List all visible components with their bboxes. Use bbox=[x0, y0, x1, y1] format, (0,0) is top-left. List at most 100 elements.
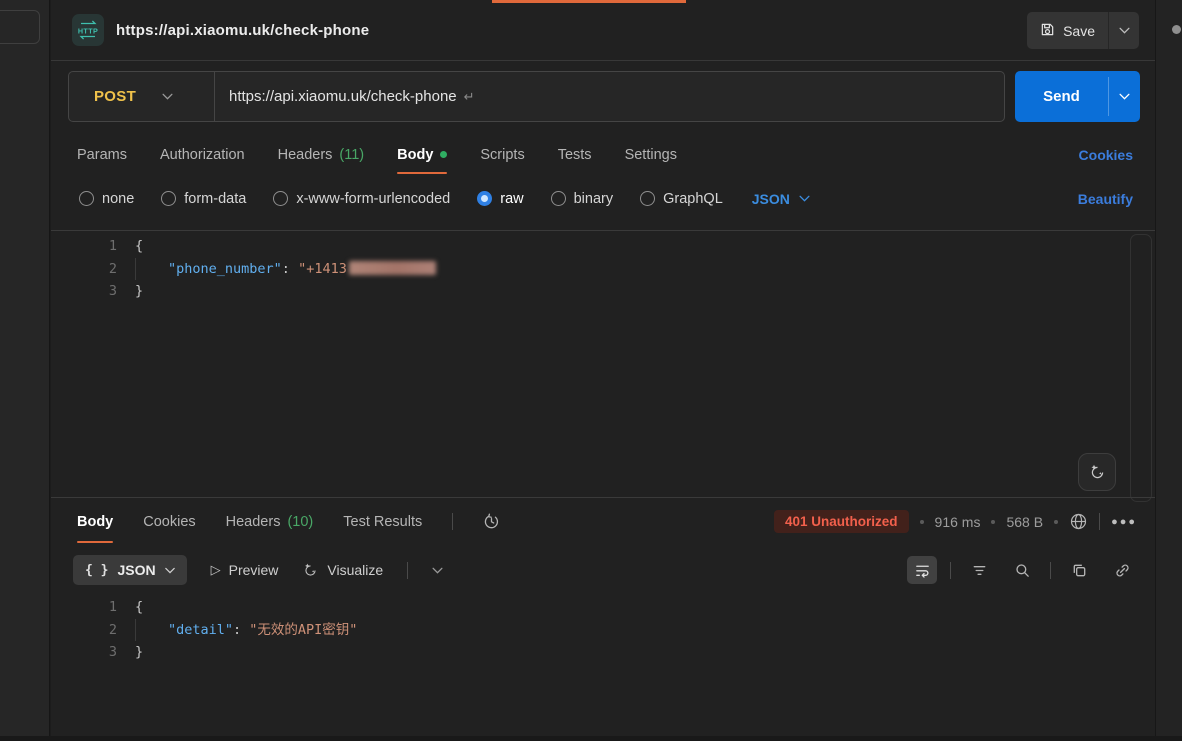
body-type-radio-x-www-form-urlencoded[interactable]: x-www-form-urlencoded bbox=[273, 191, 450, 207]
response-size: 568 B bbox=[1006, 514, 1043, 530]
line-number: 2 bbox=[51, 619, 117, 642]
response-headers-count-badge: (10) bbox=[287, 514, 313, 530]
body-type-radio-raw[interactable]: raw bbox=[477, 191, 523, 207]
indent-guide bbox=[135, 619, 168, 641]
wrap-text-button[interactable] bbox=[907, 556, 937, 584]
radio-circle-selected bbox=[477, 191, 492, 206]
view-options-chevron-button[interactable] bbox=[432, 567, 443, 574]
request-body-editor[interactable]: 1 { 2 "phone_number": "+1413 3 } bbox=[51, 235, 1155, 497]
sidebar-cutoff-panel bbox=[0, 10, 40, 44]
beautify-link[interactable]: Beautify bbox=[1078, 178, 1133, 219]
line-number: 2 bbox=[51, 258, 117, 281]
response-history-button[interactable] bbox=[483, 513, 500, 530]
response-view-tools bbox=[907, 549, 1137, 591]
search-icon bbox=[1014, 562, 1031, 579]
tab-params[interactable]: Params bbox=[77, 133, 127, 176]
main-panel: HTTP https://api.xiaomu.uk/check-phone S… bbox=[51, 0, 1155, 741]
url-input[interactable]: https://api.xiaomu.uk/check-phone ↵ bbox=[215, 88, 1004, 105]
code-line: 1 { bbox=[51, 235, 1155, 258]
save-button[interactable]: Save bbox=[1027, 12, 1108, 49]
cookies-link[interactable]: Cookies bbox=[1079, 133, 1133, 176]
chevron-down-icon bbox=[432, 567, 443, 574]
chevron-down-icon bbox=[165, 567, 175, 574]
save-button-label: Save bbox=[1063, 23, 1095, 39]
tab-tests[interactable]: Tests bbox=[558, 133, 592, 176]
response-meta: 401 Unauthorized 916 ms 568 B ●●● bbox=[774, 498, 1137, 545]
request-title: https://api.xiaomu.uk/check-phone bbox=[116, 22, 369, 39]
editor-scrollbar[interactable] bbox=[1130, 234, 1152, 502]
radio-circle bbox=[551, 191, 566, 206]
response-tab-test-results[interactable]: Test Results bbox=[343, 498, 422, 545]
send-split-button: Send bbox=[1015, 71, 1140, 122]
body-type-selector: none form-data x-www-form-urlencoded raw… bbox=[51, 178, 1155, 219]
svg-text:HTTP: HTTP bbox=[78, 26, 98, 35]
method-label: POST bbox=[94, 88, 136, 105]
response-tab-cookies[interactable]: Cookies bbox=[143, 498, 195, 545]
search-button[interactable] bbox=[1007, 556, 1037, 584]
code-line: 3 } bbox=[51, 641, 1155, 664]
history-clock-icon bbox=[483, 513, 500, 530]
code-line: 2 "phone_number": "+1413 bbox=[51, 258, 1155, 281]
response-format-select[interactable]: { } JSON bbox=[73, 555, 187, 585]
save-options-chevron-button[interactable] bbox=[1109, 12, 1139, 49]
sparkle-circle-icon bbox=[1088, 463, 1107, 482]
meta-separator-dot bbox=[920, 520, 924, 524]
body-type-radio-binary[interactable]: binary bbox=[551, 191, 614, 207]
code-line: 3 } bbox=[51, 280, 1155, 303]
request-header: HTTP https://api.xiaomu.uk/check-phone S… bbox=[51, 0, 1155, 61]
tab-headers[interactable]: Headers (11) bbox=[278, 133, 365, 176]
status-badge: 401 Unauthorized bbox=[774, 510, 909, 533]
copy-button[interactable] bbox=[1064, 556, 1094, 584]
more-options-button[interactable]: ●●● bbox=[1111, 516, 1137, 528]
body-type-radio-form-data[interactable]: form-data bbox=[161, 191, 246, 207]
postbot-button[interactable] bbox=[1078, 453, 1116, 491]
divider bbox=[1099, 513, 1100, 530]
headers-count-badge: (11) bbox=[339, 147, 364, 163]
link-button[interactable] bbox=[1107, 556, 1137, 584]
tab-authorization[interactable]: Authorization bbox=[160, 133, 245, 176]
line-number: 1 bbox=[51, 235, 117, 258]
send-options-chevron-button[interactable] bbox=[1109, 71, 1140, 122]
response-time: 916 ms bbox=[935, 514, 981, 530]
body-type-radio-graphql[interactable]: GraphQL bbox=[640, 191, 723, 207]
radio-circle bbox=[79, 191, 94, 206]
left-sidebar bbox=[0, 0, 50, 741]
request-url-bar: POST https://api.xiaomu.uk/check-phone ↵ bbox=[68, 71, 1005, 122]
redacted-value bbox=[349, 261, 436, 275]
network-info-button[interactable] bbox=[1069, 512, 1088, 531]
response-tab-headers[interactable]: Headers (10) bbox=[226, 498, 314, 545]
method-select[interactable]: POST bbox=[69, 72, 215, 121]
chevron-down-icon bbox=[799, 195, 810, 202]
body-modified-dot bbox=[440, 151, 447, 158]
line-number: 1 bbox=[51, 596, 117, 619]
chevron-down-icon bbox=[162, 93, 173, 100]
divider bbox=[452, 513, 453, 530]
visualize-button[interactable]: Visualize bbox=[302, 562, 383, 579]
divider bbox=[407, 562, 408, 579]
filter-button[interactable] bbox=[964, 556, 994, 584]
meta-separator-dot bbox=[1054, 520, 1058, 524]
request-tabs: Params Authorization Headers (11) Body S… bbox=[51, 133, 1155, 176]
preview-button[interactable]: ▷ Preview bbox=[211, 562, 279, 578]
body-type-radio-none[interactable]: none bbox=[79, 191, 134, 207]
tab-settings[interactable]: Settings bbox=[625, 133, 677, 176]
tab-body[interactable]: Body bbox=[397, 133, 447, 176]
code-line: 2 "detail": "无效的API密钥" bbox=[51, 619, 1155, 642]
tab-scripts[interactable]: Scripts bbox=[480, 133, 524, 176]
radio-circle bbox=[273, 191, 288, 206]
indent-guide bbox=[135, 258, 168, 280]
save-icon bbox=[1040, 22, 1055, 40]
sidebar-cutoff-icon bbox=[1172, 25, 1181, 34]
response-tab-body[interactable]: Body bbox=[77, 498, 113, 545]
http-request-icon: HTTP bbox=[72, 14, 104, 46]
meta-separator-dot bbox=[991, 520, 995, 524]
link-icon bbox=[1114, 562, 1131, 579]
globe-icon bbox=[1069, 512, 1088, 531]
line-number: 3 bbox=[51, 641, 117, 664]
raw-format-select[interactable]: JSON bbox=[752, 191, 810, 207]
response-body-viewer[interactable]: 1 { 2 "detail": "无效的API密钥" 3 } bbox=[51, 596, 1155, 736]
url-value: https://api.xiaomu.uk/check-phone bbox=[229, 88, 457, 105]
radio-circle bbox=[640, 191, 655, 206]
divider bbox=[950, 562, 951, 579]
send-button[interactable]: Send bbox=[1015, 71, 1108, 122]
